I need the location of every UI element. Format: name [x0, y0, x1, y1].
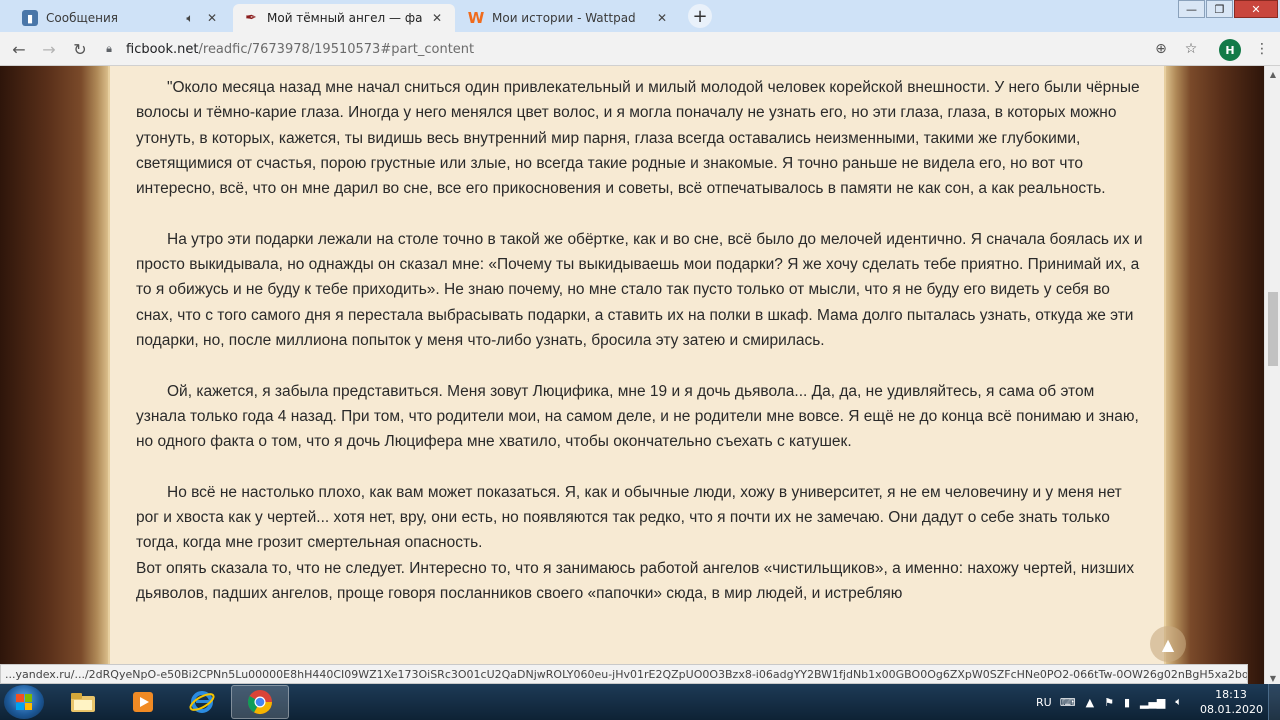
maximize-button[interactable]: ❐ — [1206, 0, 1233, 18]
language-indicator[interactable]: RU — [1036, 696, 1052, 709]
tab-ficbook[interactable]: ✒ Мой тёмный ангел — фанфик п ✕ — [233, 4, 455, 32]
close-tab-icon[interactable]: ✕ — [429, 10, 445, 26]
forward-button[interactable]: → — [38, 38, 60, 60]
tab-title: Мой тёмный ангел — фанфик п — [267, 11, 423, 25]
chrome-icon — [247, 690, 272, 715]
close-tab-icon[interactable]: ✕ — [204, 10, 220, 26]
url-path: /readfic/7673978/19510573#part_content — [198, 41, 475, 57]
taskbar-clock[interactable]: 18:13 08.01.2020 — [1200, 687, 1263, 717]
page-frame-left — [0, 66, 108, 686]
tab-title: Мои истории - Wattpad — [492, 11, 636, 25]
add-shortcut-icon[interactable]: ⊕ — [1151, 39, 1171, 59]
status-url-bubble: ...yandex.ru/.../2dRQyeNpO-e50Bi2CPNn5Lu… — [0, 664, 1248, 684]
page-viewport: "Около месяца назад мне начал сниться од… — [0, 66, 1264, 686]
windows-taskbar: RU ⌨ ▲ ⚑ ▮ ▂▄▆ 🔈︎ 18:13 08.01.2020 — [0, 684, 1280, 720]
close-tab-icon[interactable]: ✕ — [654, 10, 670, 26]
show-desktop-button[interactable] — [1268, 684, 1280, 720]
browser-toolbar: ← → ↻ 🔒︎ ficbook.net/readfic/7673978/195… — [0, 32, 1280, 66]
new-tab-button[interactable]: + — [688, 4, 712, 28]
reload-button[interactable]: ↻ — [69, 38, 91, 60]
minimize-button[interactable]: — — [1178, 0, 1205, 18]
media-player-icon — [133, 692, 153, 712]
volume-icon[interactable]: 🔈︎ — [1175, 695, 1182, 709]
page-scrollbar[interactable]: ▲ ▼ — [1264, 66, 1280, 686]
keyboard-icon[interactable]: ⌨ — [1060, 696, 1076, 709]
wattpad-favicon-icon: W — [467, 9, 485, 27]
chapter-paragraph: Но всё не настолько плохо, как вам может… — [136, 483, 1122, 552]
chapter-paragraph: Вот опять сказала то, что не следует. Ин… — [136, 559, 1135, 602]
url-host: ficbook.net — [126, 41, 199, 57]
close-window-button[interactable]: ✕ — [1234, 0, 1278, 18]
chapter-paragraph: "Около месяца назад мне начал сниться од… — [136, 79, 1140, 198]
messages-favicon-icon: ▮ — [22, 10, 38, 26]
chapter-paragraph: Ой, кажется, я забыла представиться. Мен… — [136, 382, 1139, 451]
power-icon[interactable]: ▮ — [1124, 696, 1130, 709]
lock-icon[interactable]: 🔒︎ — [100, 42, 118, 56]
network-signal-icon[interactable]: ▂▄▆ — [1140, 696, 1165, 709]
chapter-paragraph: На утро эти подарки лежали на столе точн… — [136, 230, 1143, 349]
bookmark-star-icon[interactable]: ☆ — [1181, 39, 1201, 59]
tray-expand-icon[interactable]: ▲ — [1086, 696, 1094, 709]
start-button[interactable] — [4, 685, 44, 719]
reading-panel: "Около месяца назад мне начал сниться од… — [108, 66, 1166, 686]
scroll-to-top-button[interactable]: ▲ — [1150, 626, 1186, 662]
taskbar-ie-button[interactable] — [173, 685, 231, 719]
page-frame-right — [1166, 66, 1264, 686]
action-center-flag-icon[interactable]: ⚑ — [1104, 696, 1114, 709]
tab-strip: ▮ Сообщения 🔈︎ ✕ ✒ Мой тёмный ангел — фа… — [0, 0, 1280, 32]
profile-avatar[interactable]: Н — [1219, 39, 1241, 61]
taskbar-chrome-button[interactable] — [231, 685, 289, 719]
system-tray: RU ⌨ ▲ ⚑ ▮ ▂▄▆ 🔈︎ — [1036, 684, 1182, 720]
tab-wattpad[interactable]: W Мои истории - Wattpad ✕ — [458, 4, 680, 32]
clock-time: 18:13 — [1215, 688, 1247, 701]
clock-date: 08.01.2020 — [1200, 703, 1263, 716]
scroll-up-arrow-icon[interactable]: ▲ — [1265, 66, 1280, 82]
explorer-icon — [71, 693, 95, 712]
scroll-thumb[interactable] — [1268, 292, 1278, 366]
address-bar[interactable]: 🔒︎ ficbook.net/readfic/7673978/19510573#… — [100, 36, 1210, 62]
tab-title: Сообщения — [46, 11, 119, 25]
internet-explorer-icon — [189, 691, 215, 713]
taskbar-explorer-button[interactable] — [54, 685, 112, 719]
ficbook-favicon-icon: ✒ — [245, 10, 257, 26]
menu-kebab-icon[interactable]: ⋮ — [1252, 39, 1272, 59]
tab-messages[interactable]: ▮ Сообщения 🔈︎ ✕ — [12, 4, 230, 32]
taskbar-media-player-button[interactable] — [114, 685, 172, 719]
speaker-icon[interactable]: 🔈︎ — [182, 10, 198, 26]
windows-logo-icon — [16, 694, 32, 710]
chapter-text: "Около месяца назад мне начал сниться од… — [136, 75, 1146, 606]
back-button[interactable]: ← — [8, 38, 30, 60]
